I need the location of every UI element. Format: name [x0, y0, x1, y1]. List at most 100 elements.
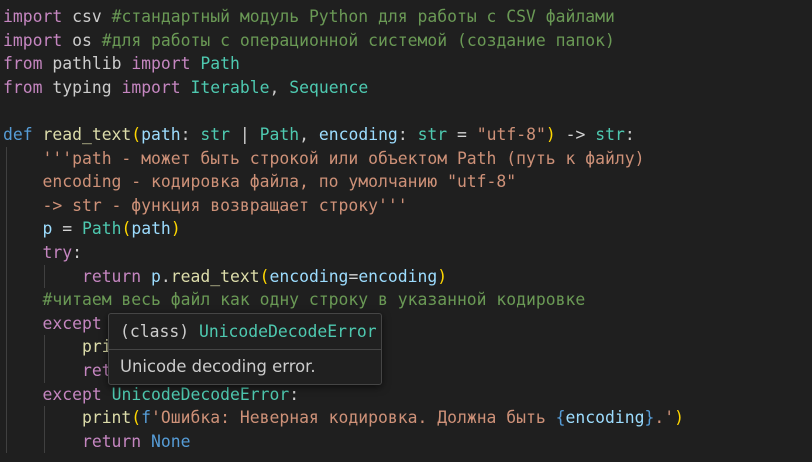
code-line[interactable]: #читаем весь файл как одну строку в указ…	[3, 288, 585, 312]
code-token: :	[72, 243, 82, 262]
code-token: encoding	[358, 266, 438, 286]
code-token: =	[447, 125, 477, 144]
code-token: )	[674, 408, 684, 428]
code-token: #для работы с операционной системой (соз…	[101, 30, 615, 50]
hover-class-name: UnicodeDecodeError	[198, 322, 377, 341]
hover-signature: (class) UnicodeDecodeError	[120, 321, 377, 343]
code-token: csv	[72, 7, 102, 26]
code-token: str	[595, 125, 625, 144]
code-token: UnicodeDecodeError	[111, 384, 290, 404]
code-line[interactable]: import os #для работы с операционной сис…	[3, 29, 615, 53]
code-token: #читаем весь файл как одну строку в указ…	[42, 290, 586, 310]
code-token: (	[131, 408, 142, 428]
code-token: ->	[555, 125, 596, 144]
code-line[interactable]: from typing import Iterable, Sequence	[3, 76, 368, 100]
code-line[interactable]: return None	[3, 430, 191, 454]
hover-divider	[109, 349, 381, 350]
code-token: Path	[200, 54, 240, 74]
code-line[interactable]: print(f'Ошибка: Неверная кодировка. Долж…	[3, 406, 684, 430]
code-line[interactable]: def read_text(path: str | Path, encoding…	[3, 123, 635, 147]
code-token: import	[121, 77, 181, 97]
code-token: import	[3, 7, 63, 26]
code-token: except	[42, 384, 102, 404]
code-token: )	[437, 266, 448, 286]
code-token: =	[348, 266, 359, 286]
code-line[interactable]: p = Path(path)	[3, 217, 181, 241]
code-token: )	[545, 125, 556, 144]
code-token: Path	[81, 219, 122, 239]
code-token: from	[3, 77, 43, 97]
code-token: p	[42, 219, 53, 239]
code-token: str	[417, 125, 448, 144]
code-token: os	[72, 30, 92, 50]
code-line[interactable]: ret	[3, 359, 112, 383]
code-token: -> str - функция возвращает строку'''	[42, 195, 408, 215]
code-line[interactable]: '''path - может быть строкой или объекто…	[3, 147, 644, 171]
code-token: .	[160, 266, 171, 286]
hover-tooltip: (class) UnicodeDecodeError Unicode decod…	[108, 313, 382, 385]
hover-description: Unicode decoding error.	[120, 357, 316, 376]
code-line[interactable]: -> str - функция возвращает строку'''	[3, 194, 408, 218]
code-token: import	[3, 30, 63, 50]
code-token: '''path - может быть строкой или объекто…	[42, 148, 645, 168]
hover-class-tag: (class)	[120, 322, 190, 341]
code-token: (	[131, 125, 142, 144]
code-token: )	[170, 219, 181, 239]
code-line[interactable]: return p.read_text(encoding=encoding)	[3, 265, 447, 289]
code-token: return	[81, 266, 142, 286]
code-token: "utf-8"	[476, 125, 546, 144]
code-token: path	[131, 219, 171, 239]
code-line[interactable]: from pathlib import Path	[3, 52, 240, 76]
code-token: encoding	[269, 266, 349, 286]
code-token: def	[3, 125, 33, 144]
code-token: =	[52, 219, 82, 239]
code-token: except	[42, 313, 102, 333]
code-token: Sequence	[289, 77, 369, 97]
code-line[interactable]: except UnicodeDecodeError:	[3, 383, 299, 407]
code-token: :	[180, 125, 201, 144]
code-line[interactable]: encoding - кодировка файла, по умолчанию…	[3, 170, 516, 194]
code-token: #стандартный модуль Python для работы с …	[111, 7, 615, 26]
code-token: }	[644, 408, 655, 428]
code-line[interactable]: import csv #стандартный модуль Python дл…	[3, 5, 615, 29]
code-token: encoding	[318, 125, 398, 144]
code-token: typing	[52, 77, 112, 97]
code-token: p	[151, 266, 161, 286]
code-token: :	[289, 384, 300, 404]
code-token: import	[131, 54, 191, 74]
code-token: path	[141, 125, 181, 144]
code-token: Path	[259, 125, 300, 144]
code-token: from	[3, 54, 43, 74]
code-token: .'	[654, 408, 675, 428]
code-token: :	[624, 125, 635, 144]
code-token: encoding	[565, 408, 645, 428]
code-line[interactable]: except	[3, 312, 102, 336]
code-line[interactable]: try:	[3, 241, 82, 265]
code-editor[interactable]: import csv #стандартный модуль Python дл…	[0, 0, 812, 462]
code-token: encoding - кодировка файла, по умолчанию…	[42, 172, 517, 192]
code-token: f	[141, 408, 152, 428]
code-token: (	[121, 219, 132, 239]
